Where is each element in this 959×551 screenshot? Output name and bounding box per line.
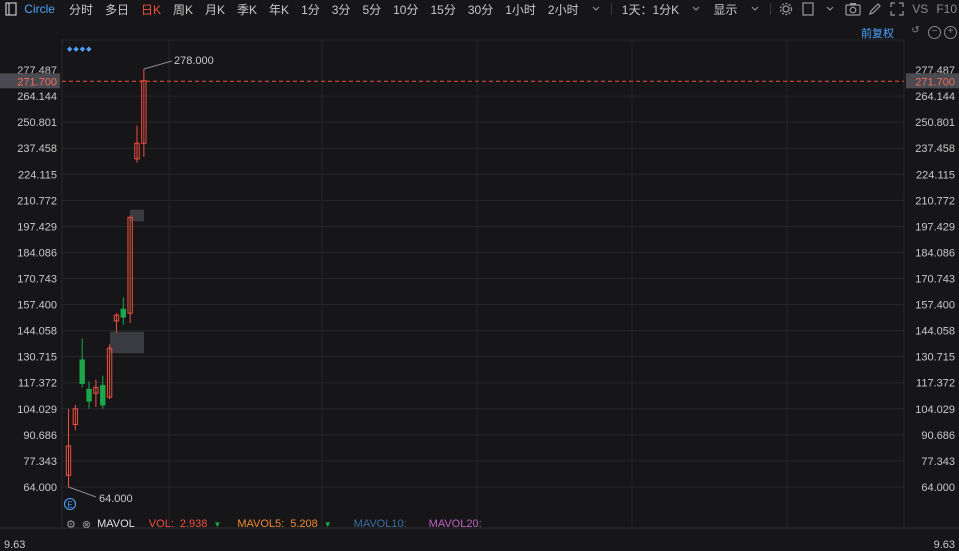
adjust-mode-button[interactable]: 前复权 [861,25,894,41]
toolbar: Circle 分时 多日 日K 周K 月K 季K 年K 1分 3分 5分 10分 15分 30分 1小时 2… [0,0,959,18]
price-tick-right: 170.743 [915,274,955,286]
price-tick-left: 77.343 [23,456,57,468]
price-tick-right: 104.029 [915,404,955,416]
display-menu[interactable]: 显示 [707,1,743,18]
gap-box [110,331,144,354]
price-tick-left: 64.000 [23,482,57,494]
price-tick-left: 117.372 [18,378,57,390]
interval-tab[interactable]: 3分 [326,1,357,18]
pencil-icon[interactable] [867,1,883,17]
price-tick-right: 77.343 [921,456,955,468]
price-tick-right: 90.686 [921,430,955,442]
price-tick-right: 197.429 [915,221,955,233]
range-selector[interactable]: 1天：1分K [616,1,685,18]
price-tick-right: 210.772 [915,195,955,207]
price-tick-right: 130.715 [915,352,955,364]
price-tick-left: 104.029 [17,404,57,416]
undo-icon[interactable]: ↺ [910,26,921,37]
interval-tab[interactable]: 周K [167,1,199,18]
toolbar-divider [769,3,771,15]
price-tick-left: 250.801 [17,117,57,129]
interval-tab[interactable]: 30分 [462,1,499,18]
event-marker-letter: E [67,501,72,510]
interval-tab[interactable]: 10分 [387,1,424,18]
interval-tab[interactable]: 季K [231,1,263,18]
interval-tab[interactable]: 月K [199,1,231,18]
price-tick-left: 224.115 [18,169,57,181]
price-tick-right: 117.372 [916,378,955,390]
interval-tab[interactable]: 日K [135,1,167,18]
price-tick-right: 224.115 [916,169,955,181]
interval-tab[interactable]: 分时 [63,1,99,18]
price-tick-right: 64.000 [921,482,955,494]
price-tick-left: 144.058 [17,326,57,338]
close-icon[interactable]: ⊗ [82,518,91,531]
plot-frame [61,39,905,529]
vol-label: VOL: [148,518,174,530]
price-tick-right: 264.144 [915,91,955,103]
interval-tab[interactable]: 1小时 [499,1,542,18]
chevron-down-icon[interactable] [746,1,762,17]
candle-body [100,384,106,406]
chevron-down-icon[interactable] [688,1,704,17]
down-arrow-icon: ▼ [213,519,222,529]
interval-tab[interactable]: 1分 [295,1,326,18]
indicator-name[interactable]: MAVOL [97,518,135,530]
plus-icon[interactable]: + [944,26,957,39]
candle-body [79,359,85,384]
price-tick-right: 250.801 [915,117,955,129]
mavol20-label: MAVOL20: [428,518,482,530]
compare-button[interactable]: VS [908,2,932,16]
expand-icon[interactable] [889,1,905,17]
price-tick-right: 184.086 [915,247,955,259]
down-arrow-icon: ▼ [323,519,332,529]
interval-tab[interactable]: 2小时 [542,1,585,18]
toolbar-divider [610,3,612,15]
price-tick-left: 170.743 [17,274,57,286]
mavol5-label: MAVOL5: [237,518,285,530]
settings-icon[interactable]: ⚙ [66,518,76,531]
price-tick-left: 237.458 [17,143,57,155]
chart-area[interactable]: 277.487 277.487 264.144 264.144 250.801 250.8… [0,18,959,551]
minus-icon[interactable]: − [928,26,941,39]
candle-body [120,308,126,318]
price-tick-left: 210.772 [17,195,57,207]
gear-icon[interactable] [778,1,794,17]
price-tick-left: 264.144 [17,91,57,103]
f10-button[interactable]: F10 [932,2,959,16]
high-leader-line [143,60,173,70]
price-tick-left: 90.686 [23,430,57,442]
price-tick-left: 197.429 [17,221,57,233]
high-price-label: 278.000 [174,55,214,67]
candle-body [86,388,92,402]
price-tick-right: 237.458 [915,143,955,155]
interval-tab[interactable]: 多日 [99,1,135,18]
interval-tab[interactable]: 5分 [356,1,387,18]
price-tick-left: 184.086 [17,247,57,259]
indicator-dots-icon[interactable]: ◆◆◆◆ [67,45,93,53]
candlestick-chart[interactable]: 277.487 277.487264.144 264.144250.801 250.8… [0,18,959,551]
mavol5-value: 5.208 [290,518,318,530]
low-price-label: 64.000 [99,493,133,505]
price-tick-left: 130.715 [17,352,57,364]
sidebar-toggle-icon[interactable] [3,1,19,17]
current-price-label-right: 271.700 [915,76,955,88]
vol-value: 2.938 [179,518,208,530]
price-tick-right: 157.400 [915,300,955,312]
layout-icon[interactable] [800,1,816,17]
price-tick-left: 157.400 [17,300,57,312]
interval-tab[interactable]: 15分 [424,1,461,18]
volume-axis-right: 9.63 [934,539,955,551]
symbol-name[interactable]: Circle [22,2,63,16]
mavol10-label: MAVOL10: [353,518,407,530]
volume-legend: ⚙ ⊗ MAVOL VOL: 2.938 ▼ MAVOL5: 5.208 ▼ M… [66,516,488,532]
price-tick-right: 144.058 [915,326,955,338]
volume-axis-left: 9.63 [4,539,25,551]
interval-tab[interactable]: 年K [263,1,295,18]
current-price-label-left: 271.700 [17,76,57,88]
low-leader-line [68,486,97,498]
chevron-down-icon[interactable] [588,1,604,17]
chevron-down-icon[interactable] [822,1,838,17]
camera-icon[interactable] [844,1,861,17]
